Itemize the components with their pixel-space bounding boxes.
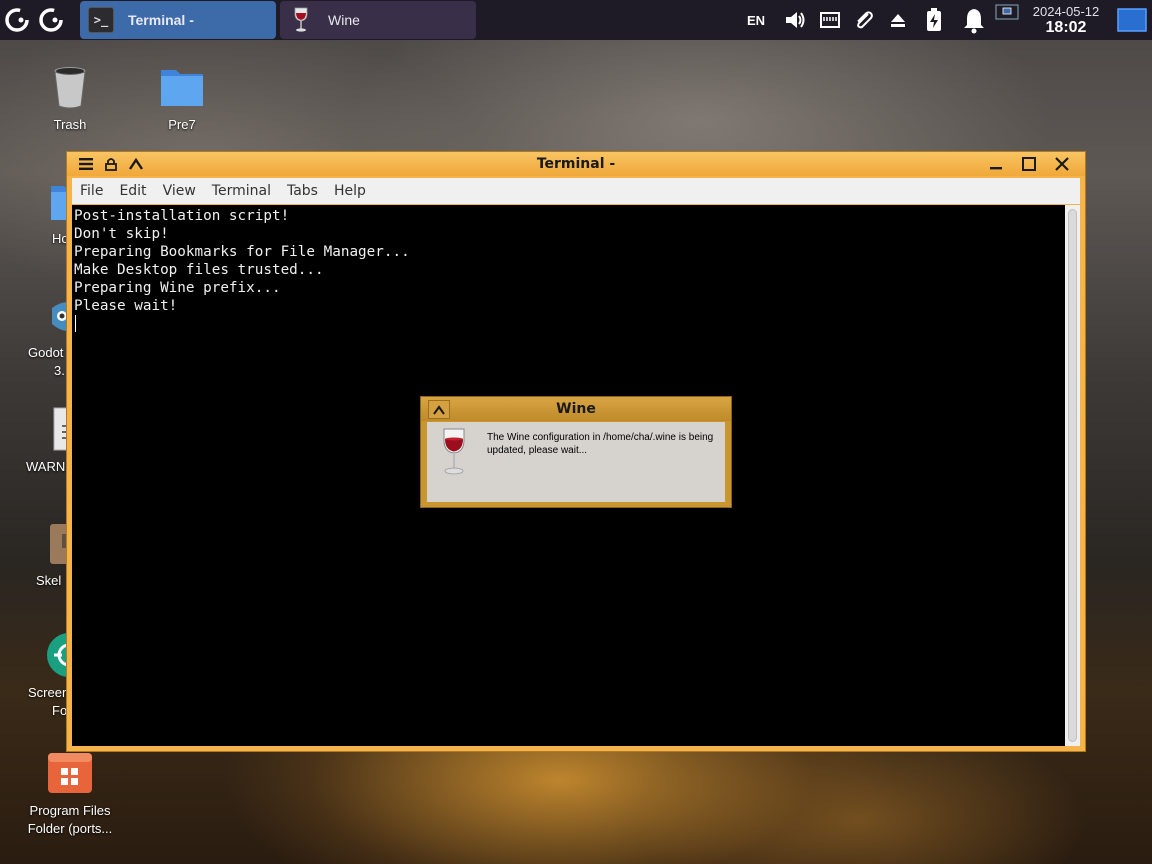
- taskbar-terminal-button[interactable]: >_ Terminal -: [80, 1, 276, 39]
- terminal-line: Preparing Wine prefix...: [74, 280, 281, 296]
- terminal-menubar: File Edit View Terminal Tabs Help: [72, 178, 1080, 204]
- volume-icon[interactable]: [780, 0, 810, 40]
- taskbar-wine-button[interactable]: Wine: [280, 1, 476, 39]
- window-menu-icon[interactable]: [75, 153, 97, 175]
- keyboard-layout-indicator[interactable]: EN: [742, 0, 770, 40]
- menu-tabs[interactable]: Tabs: [279, 183, 326, 199]
- show-desktop-button[interactable]: [1116, 0, 1148, 40]
- close-window-icon[interactable]: [1051, 153, 1073, 175]
- desktop-icon-label: Pre7: [168, 117, 196, 132]
- program-files-icon: [47, 752, 93, 796]
- folder-icon: [160, 62, 204, 110]
- wine-dialog-message: The Wine configuration in /home/cha/.win…: [487, 432, 714, 456]
- terminal-line: Don't skip!: [74, 226, 169, 242]
- trash-icon: [50, 62, 90, 110]
- wine-glass-icon: [288, 7, 314, 33]
- notifications-bell-icon[interactable]: [958, 0, 990, 40]
- desktop-icon-trash[interactable]: Trash: [30, 62, 110, 134]
- wine-dialog-body: The Wine configuration in /home/cha/.win…: [427, 422, 725, 502]
- taskbar-terminal-label: Terminal -: [128, 12, 194, 28]
- terminal-cursor: [75, 315, 76, 332]
- pin-window-icon[interactable]: [100, 153, 122, 175]
- minimize-window-icon[interactable]: [985, 153, 1007, 175]
- taskbar-wine-label: Wine: [328, 12, 360, 28]
- clock-time: 18:02: [1045, 18, 1087, 36]
- desktop-icon-label: Program Files: [29, 803, 111, 818]
- terminal-line: Make Desktop files trusted...: [74, 262, 324, 278]
- terminal-titlebar[interactable]: Terminal -: [67, 152, 1085, 176]
- wine-dialog-titlebar[interactable]: Wine: [421, 397, 731, 421]
- menu-file[interactable]: File: [72, 183, 111, 199]
- app-launcher-logo-icon[interactable]: [34, 0, 68, 40]
- shade-window-icon[interactable]: [428, 400, 450, 419]
- desktop-icon-pre7[interactable]: Pre7: [142, 62, 222, 134]
- shade-window-icon[interactable]: [125, 153, 147, 175]
- network-wired-icon[interactable]: [816, 0, 844, 40]
- terminal-scrollbar[interactable]: [1065, 205, 1080, 746]
- desktop-icon-label-line2: Folder (ports...: [27, 821, 113, 836]
- battery-charging-icon[interactable]: [920, 0, 948, 40]
- terminal-line: Please wait!: [74, 298, 178, 314]
- top-panel: >_ Terminal - Wine EN 2024-05-12 18:02: [0, 0, 1152, 40]
- clock-date: 2024-05-12: [1032, 3, 1100, 19]
- app-menu-logo-icon[interactable]: [0, 0, 34, 40]
- paperclip-icon[interactable]: [850, 0, 878, 40]
- panel-clock[interactable]: 2024-05-12 18:02: [1024, 0, 1108, 40]
- terminal-line: Post-installation script!: [74, 208, 290, 224]
- menu-view[interactable]: View: [155, 183, 204, 199]
- terminal-icon: >_: [88, 7, 114, 33]
- workspace-switcher-icon[interactable]: [994, 0, 1020, 40]
- window-title: Terminal -: [536, 156, 616, 172]
- wine-dialog-title: Wine: [556, 401, 596, 417]
- eject-icon[interactable]: [884, 0, 912, 40]
- desktop-icon-label: Trash: [53, 117, 87, 132]
- maximize-window-icon[interactable]: [1018, 153, 1040, 175]
- desktop-icon-program-files[interactable]: Program Files Folder (ports...: [12, 752, 128, 838]
- wine-update-dialog: Wine The Wine configuration in /home/cha…: [420, 396, 732, 508]
- terminal-line: Preparing Bookmarks for File Manager...: [74, 244, 410, 260]
- menu-help[interactable]: Help: [326, 183, 374, 199]
- scrollbar-thumb[interactable]: [1068, 209, 1077, 742]
- menu-terminal[interactable]: Terminal: [204, 183, 279, 199]
- menu-edit[interactable]: Edit: [111, 183, 154, 199]
- wine-glass-icon: [441, 428, 467, 480]
